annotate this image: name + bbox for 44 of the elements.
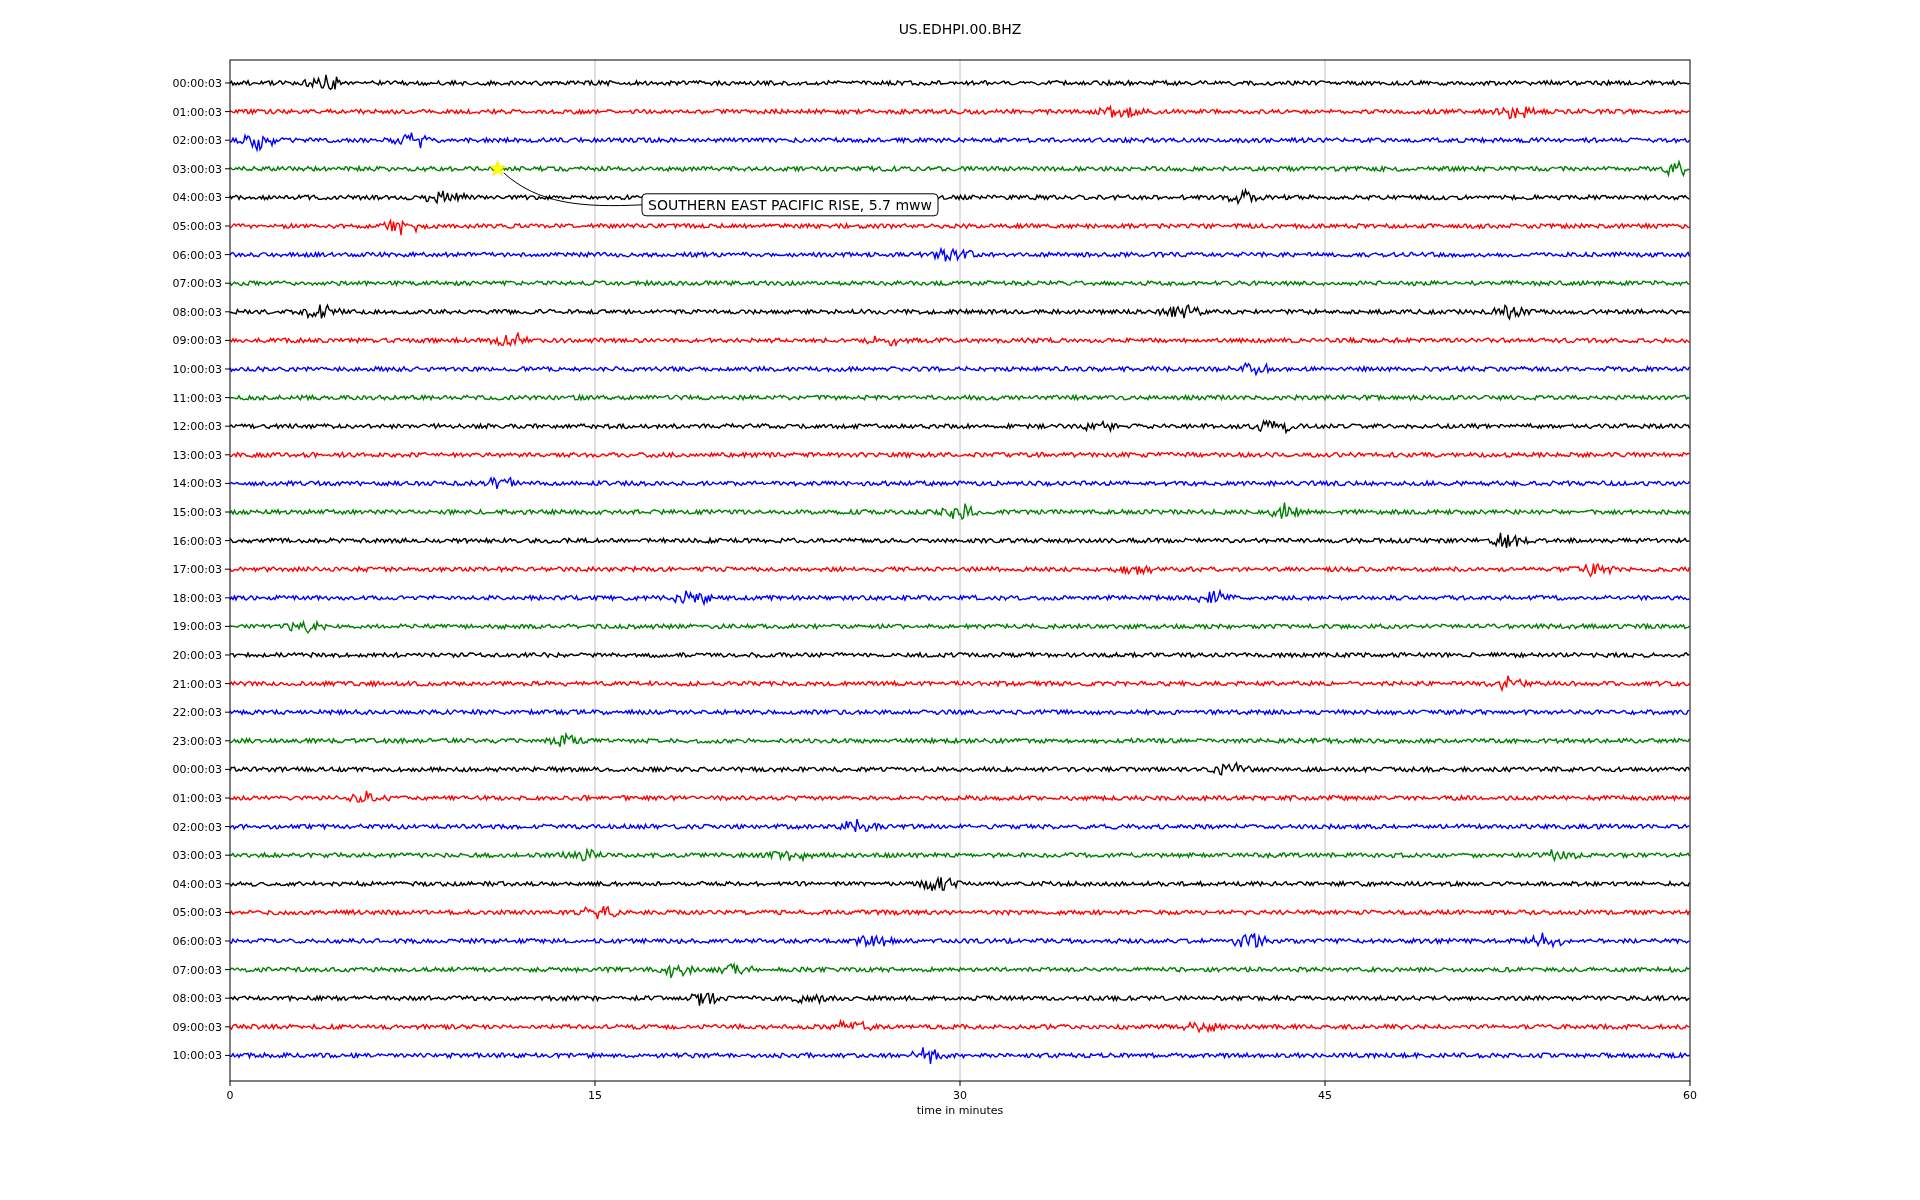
axis-tick-label: 18:00:03 (172, 591, 222, 605)
axis-tick-label: 02:00:03 (172, 820, 222, 834)
axis-tick-label: 01:00:03 (172, 792, 222, 805)
axis-tick-label: 17:00:03 (172, 563, 222, 577)
axis-tick-label: 01:00:03 (172, 105, 222, 119)
axis-tick-label: 04:00:03 (172, 877, 222, 891)
axis-tick-label: 09:00:03 (172, 334, 222, 348)
axis-tick-label: 10:00:03 (172, 363, 222, 376)
axis-tick-label: 07:00:03 (172, 963, 222, 977)
axis-tick-label: 23:00:03 (172, 734, 222, 748)
axis-tick-label: 09:00:03 (172, 1020, 222, 1034)
axis-label: time in minutes (916, 1104, 1004, 1117)
event-label: SOUTHERN EAST PACIFIC RISE, 5.7 mww (641, 193, 939, 217)
axis-tick-label: 02:00:03 (172, 134, 222, 148)
axis-tick-label: 05:00:03 (172, 906, 222, 920)
axis-tick-label: 20:00:03 (172, 649, 222, 662)
axis-tick-label: 06:00:03 (172, 248, 222, 262)
axis-tick-label: 15 (588, 1089, 602, 1102)
chart-title: US.EDHPI.00.BHZ (898, 21, 1022, 37)
star-icon (489, 160, 507, 176)
axis-tick-label: 21:00:03 (172, 677, 222, 691)
axis-tick-label: 05:00:03 (172, 220, 222, 233)
axis-tick-label: 45 (1318, 1089, 1332, 1102)
axis-tick-label: 60 (1683, 1089, 1697, 1102)
axis-tick-label: 12:00:03 (172, 420, 222, 434)
axis-tick-label: 04:00:03 (172, 191, 222, 205)
axis-tick-label: 10:00:03 (172, 1049, 222, 1063)
axis-tick-label: 00:00:03 (172, 763, 222, 777)
axis-tick-label: 00:00:03 (172, 77, 222, 90)
axis-tick-label: 03:00:03 (172, 849, 222, 863)
axis-tick-label: 06:00:03 (172, 935, 222, 948)
axis-tick-label: 13:00:03 (172, 448, 222, 462)
axis-tick-label: 22:00:03 (172, 706, 222, 720)
axis-tick-label: 08:00:03 (172, 305, 222, 319)
axis-tick-label: 19:00:03 (172, 620, 222, 634)
axis-tick-label: 0 (226, 1089, 234, 1102)
axis-tick-label: 14:00:03 (172, 477, 222, 491)
axis-tick-label: 03:00:03 (172, 162, 222, 176)
axis-tick-label: 11:00:03 (172, 391, 222, 405)
axis-tick-label: 16:00:03 (172, 534, 222, 548)
axis-tick-label: 07:00:03 (172, 277, 222, 291)
axis-tick-label: 30 (953, 1089, 967, 1102)
axis-tick-label: 15:00:03 (172, 506, 222, 519)
axis-tick-label: 08:00:03 (172, 992, 222, 1006)
